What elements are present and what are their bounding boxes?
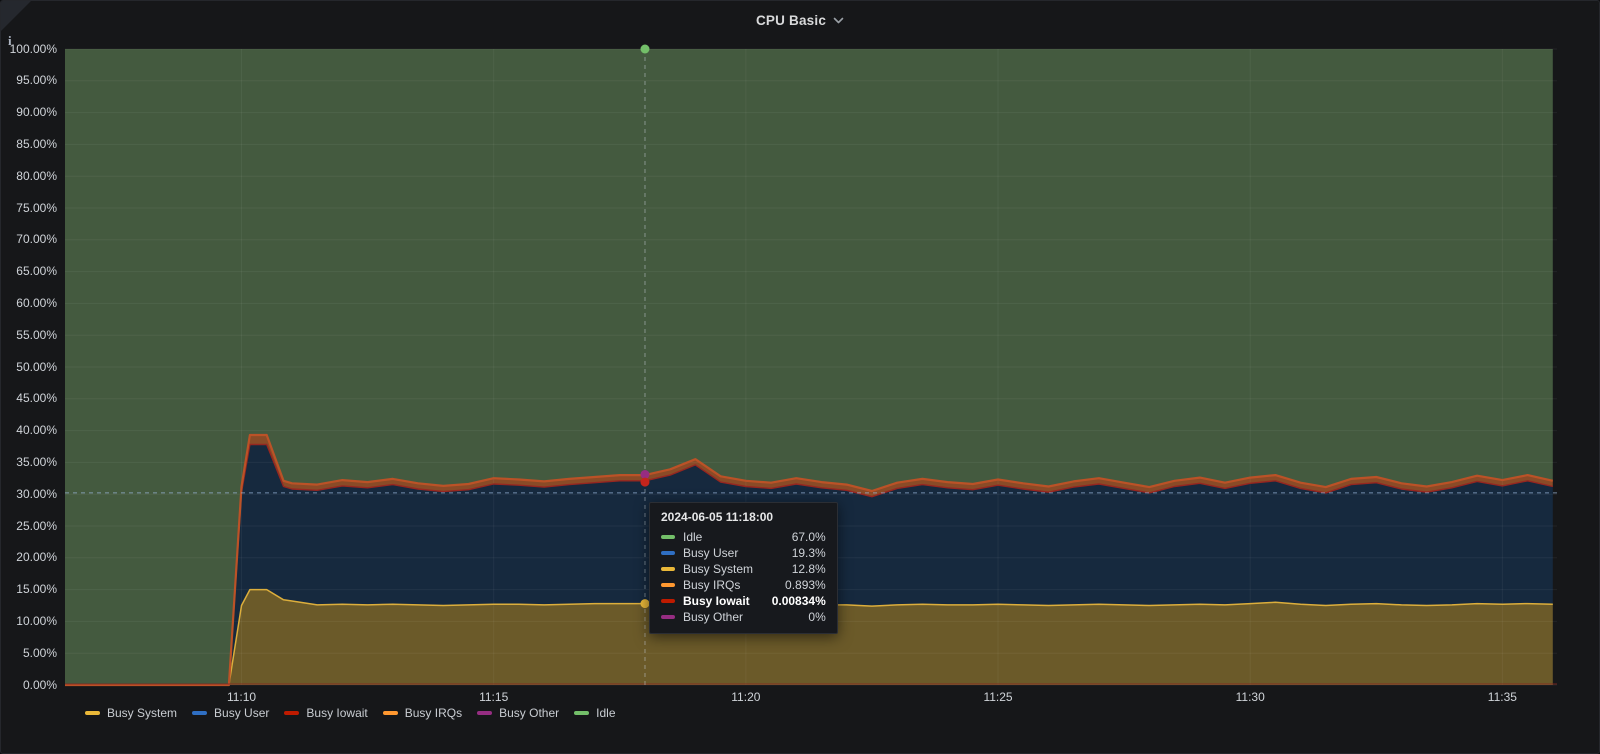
legend-item-busy-user[interactable]: Busy User <box>192 706 269 720</box>
legend: Busy System Busy User Busy Iowait Busy IRQs… <box>85 706 616 720</box>
legend-label: Busy Iowait <box>306 706 368 720</box>
tooltip-series-name: Busy Iowait <box>683 594 750 608</box>
chevron-down-icon <box>833 17 844 23</box>
panel-header: CPU Basic <box>1 1 1599 39</box>
series-color-dash <box>661 567 675 571</box>
tooltip-series-name: Idle <box>683 530 703 544</box>
legend-item-busy-other[interactable]: Busy Other <box>477 706 559 720</box>
legend-label: Busy System <box>107 706 178 720</box>
hover-point-busy-iowait <box>640 477 650 487</box>
tooltip-row-busy-irqs: Busy IRQs 0.893% <box>661 577 826 593</box>
tooltip-row-busy-user: Busy User 19.3% <box>661 545 826 561</box>
series-color-dash <box>477 711 493 715</box>
legend-item-busy-iowait[interactable]: Busy Iowait <box>284 706 368 720</box>
x-axis-label: 11:25 <box>983 690 1013 704</box>
legend-item-busy-system[interactable]: Busy System <box>85 706 177 720</box>
tooltip-row-idle: Idle 67.0% <box>661 529 826 545</box>
tooltip-row-busy-iowait: Busy Iowait 0.00834% <box>661 593 826 609</box>
grafana-panel: i CPU Basic 100.00% 95.00% 90.00% 85.00% 80.… <box>0 0 1600 754</box>
x-axis-label: 11:10 <box>226 690 257 704</box>
series-color-dash <box>85 711 100 715</box>
series-color-dash <box>661 535 675 539</box>
tooltip-series-name: Busy IRQs <box>683 578 741 592</box>
series-color-dash <box>661 599 675 603</box>
tooltip-series-value: 67.0% <box>791 530 826 544</box>
tooltip-series-value: 12.8% <box>791 562 826 576</box>
tooltip-series-name: Busy Other <box>683 610 744 624</box>
x-axis-label: 11:15 <box>479 690 509 704</box>
tooltip-row-busy-other: Busy Other 0% <box>661 609 826 625</box>
tooltip-series-value: 0% <box>808 610 826 624</box>
legend-label: Idle <box>596 706 616 720</box>
tooltip-timestamp: 2024-06-05 11:18:00 <box>661 510 774 524</box>
tooltip-series-name: Busy User <box>683 546 739 560</box>
panel-title: CPU Basic <box>755 12 827 28</box>
series-color-dash <box>661 615 675 619</box>
legend-label: Busy User <box>214 706 270 720</box>
panel-title-menu[interactable]: CPU Basic <box>748 9 852 32</box>
tooltip-series-value: 0.893% <box>785 578 826 592</box>
tooltip-row-busy-system: Busy System 12.8% <box>661 561 826 577</box>
hover-point-idle <box>640 44 650 54</box>
tooltip-series-value: 0.00834% <box>771 594 826 608</box>
x-axis-label: 11:35 <box>1487 690 1517 704</box>
tooltip-series-value: 19.3% <box>791 546 826 560</box>
legend-label: Busy Other <box>499 706 560 720</box>
legend-item-idle[interactable]: Idle <box>574 706 616 720</box>
series-color-dash <box>284 711 300 715</box>
series-color-dash <box>661 583 675 587</box>
x-axis-label: 11:20 <box>731 690 761 704</box>
series-color-dash <box>574 711 590 715</box>
series-color-dash <box>192 711 208 715</box>
series-color-dash <box>382 711 398 715</box>
legend-label: Busy IRQs <box>404 706 463 720</box>
legend-item-busy-irqs[interactable]: Busy IRQs <box>382 706 463 720</box>
x-axis-label: 11:30 <box>1235 690 1265 704</box>
tooltip: 2024-06-05 11:18:00 Idle 67.0% Busy User 19… <box>649 502 838 634</box>
series-color-dash <box>661 551 675 555</box>
tooltip-series-name: Busy System <box>683 562 754 576</box>
cpu-usage-chart[interactable] <box>1 1 1600 754</box>
